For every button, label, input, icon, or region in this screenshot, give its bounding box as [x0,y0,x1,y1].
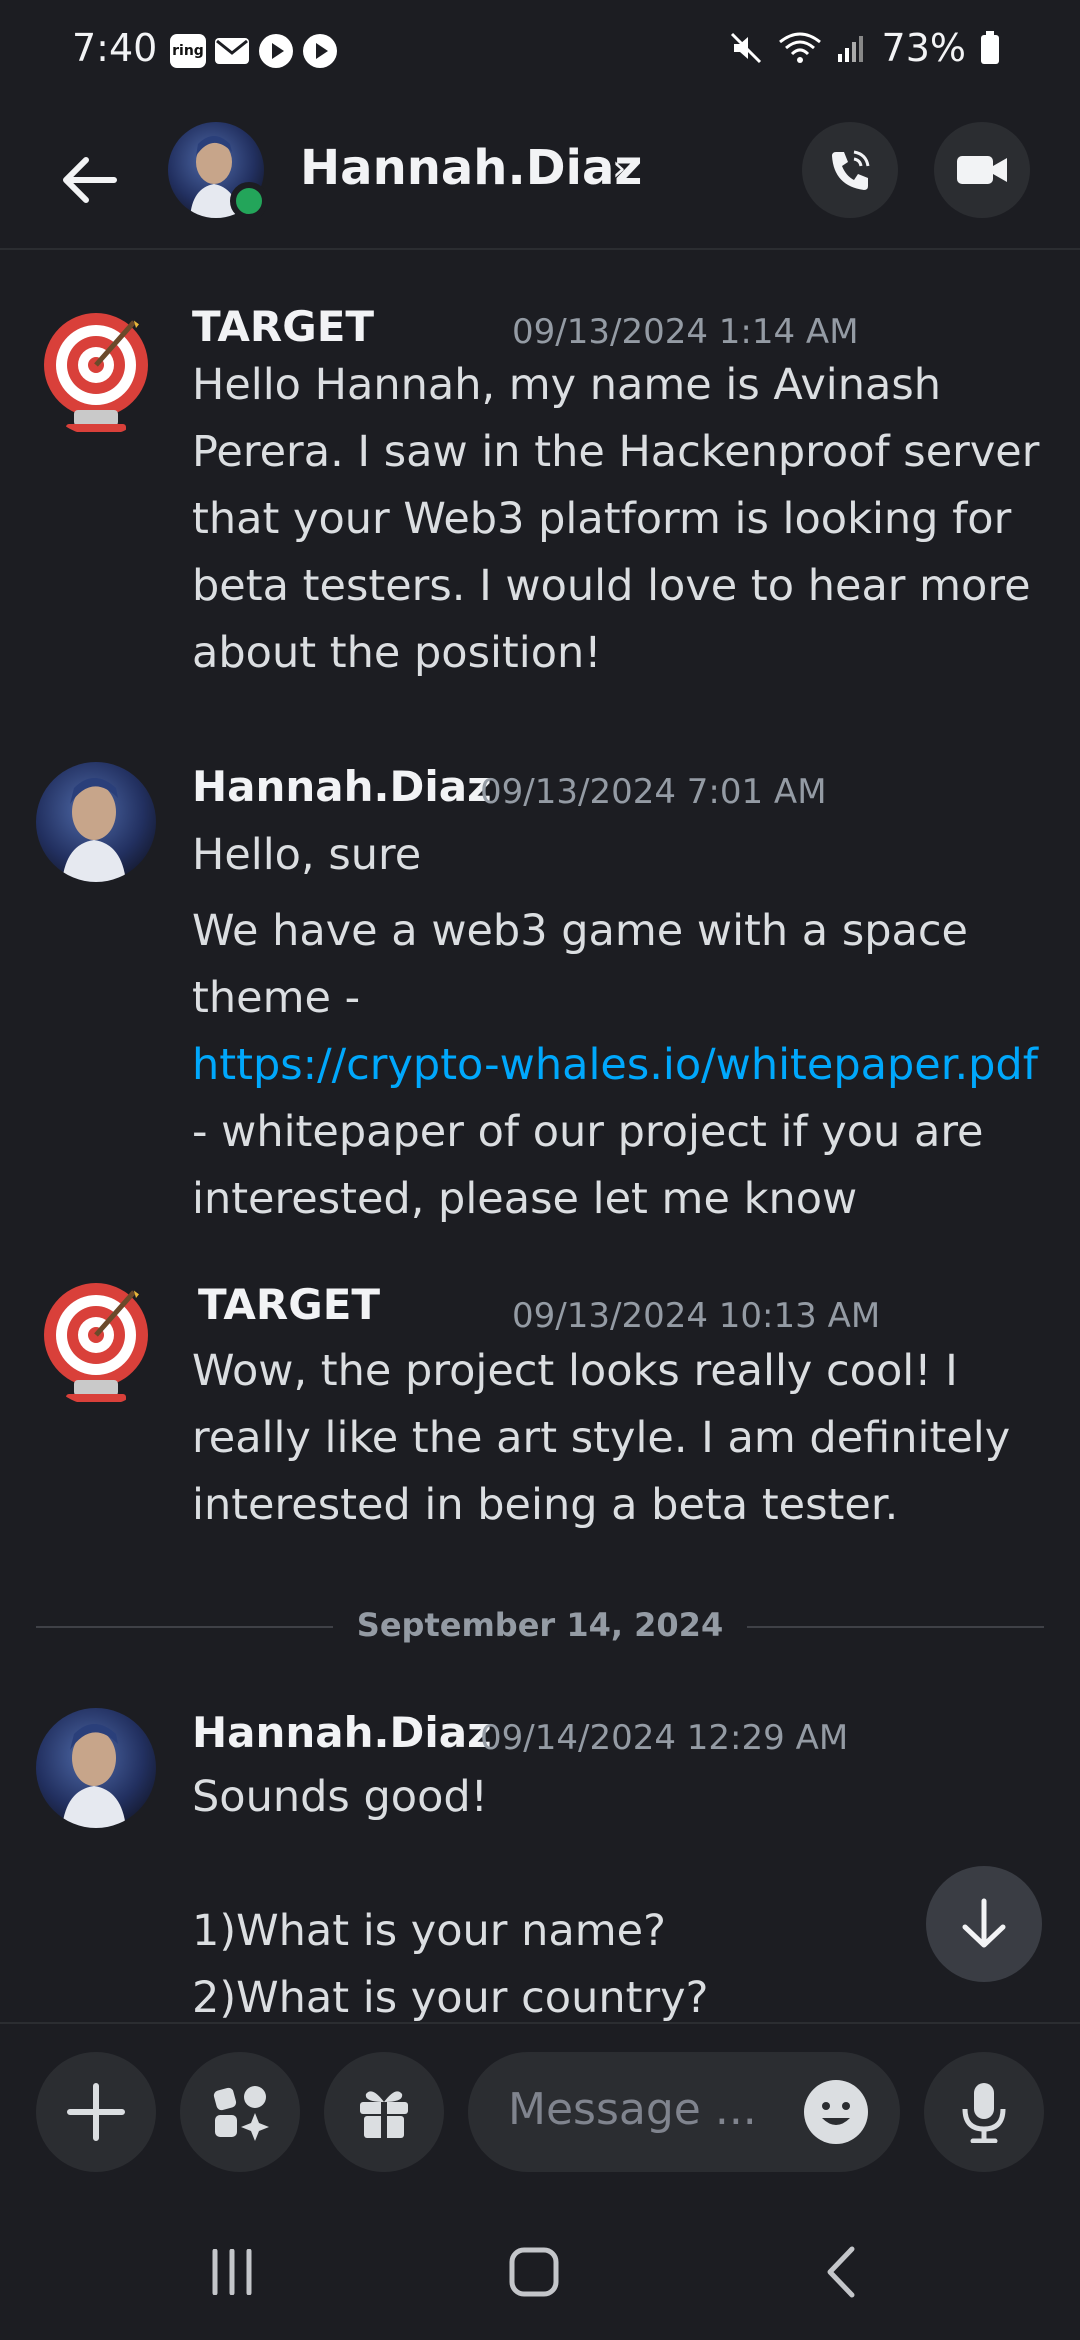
chevron-left-icon [827,2246,855,2298]
message-timestamp: 09/13/2024 1:14 AM [512,312,859,352]
system-navigation-bar [0,2202,1080,2340]
whitepaper-link[interactable]: https://crypto-whales.io/whitepaper.pdf [192,1032,1052,1099]
message-input[interactable]: Message ... [468,2052,900,2172]
message-line: We have a web3 game with a space theme - [192,906,968,1023]
message-item: Hannah.Diaz 09/13/2024 7:01 AM Hello, su… [0,752,1080,1292]
message-text: 1)What is your name? [192,1906,666,1956]
home-button[interactable] [494,2242,574,2302]
system-back-button[interactable] [800,2242,880,2302]
person-portrait-icon [62,1724,126,1828]
battery-icon [981,31,999,64]
wifi-icon [778,32,821,63]
gift-button[interactable] [324,2052,444,2172]
date-divider-label: September 14, 2024 [36,1606,1044,1644]
message-timestamp: 09/13/2024 7:01 AM [480,772,827,812]
date-divider-text: September 14, 2024 [332,1606,748,1644]
message-input-placeholder: Message ... [508,2084,757,2135]
plus-icon [67,2083,125,2141]
back-button[interactable] [48,140,128,220]
target-avatar[interactable] [36,310,162,436]
message-item: TARGET 09/13/2024 1:14 AM Hello Hannah, … [0,292,1080,712]
smiley-icon [822,2102,850,2125]
jump-to-present-button[interactable] [926,1866,1042,1982]
arrow-left-icon [63,157,117,203]
emoji-button[interactable] [804,2080,868,2144]
message-author[interactable]: TARGET [192,302,374,351]
apps-button[interactable] [180,2052,300,2172]
message-item: TARGET 09/13/2024 10:13 AM Wow, the proj… [0,1280,1080,1580]
battery-percent: 73% [881,26,966,70]
target-icon [44,313,148,432]
message-author[interactable]: Hannah.Diaz [192,762,492,811]
message-timestamp: 09/13/2024 10:13 AM [512,1296,881,1336]
status-time: 7:40 [72,26,158,70]
voice-message-button[interactable] [924,2052,1044,2172]
avatar[interactable] [36,1708,156,1828]
target-icon [44,1283,148,1402]
date-divider: September 14, 2024 [36,1606,1044,1646]
recent-apps-icon [212,2249,252,2295]
notification-icons: ring [170,33,338,69]
message-text: Hello, sure [192,830,422,880]
home-icon [509,2247,559,2297]
person-portrait-icon [62,778,126,882]
target-avatar[interactable] [36,1280,162,1406]
recent-apps-button[interactable] [192,2242,272,2302]
message-author[interactable]: TARGET [198,1280,380,1329]
status-bar: 7:40 ring 73% [0,0,1080,110]
ring-app-icon: ring [170,34,206,68]
apps-icon [213,2086,269,2141]
message-text: Hello Hannah, my name is Avinash Perera.… [192,360,1040,678]
message-author[interactable]: Hannah.Diaz [192,1708,492,1757]
dm-header: Hannah.Diaz › [0,110,1080,250]
mail-icon [215,38,249,64]
signal-icon [837,36,863,62]
message-item: Hannah.Diaz 09/14/2024 12:29 AM Sounds g… [0,1702,1080,2022]
system-icons: 73% [728,26,1000,70]
chevron-right-icon[interactable]: › [612,148,626,189]
message-text: Wow, the project looks really cool! I re… [192,1346,1011,1530]
voice-call-button[interactable] [802,122,898,218]
message-list[interactable]: TARGET 09/13/2024 1:14 AM Hello Hannah, … [0,252,1080,2022]
gift-icon [360,2091,408,2138]
message-composer: Message ... [0,2022,1080,2202]
video-camera-icon [957,156,1007,184]
play-icon [303,34,337,68]
phone-icon [832,150,870,190]
mute-icon [730,32,761,64]
play-icon [259,34,293,68]
message-timestamp: 09/14/2024 12:29 AM [480,1718,849,1758]
conversation-title[interactable]: Hannah.Diaz [300,140,642,196]
message-text: 2)What is your country? [192,1973,709,2022]
online-status-dot [230,182,268,220]
message-text: Sounds good! [192,1772,488,1822]
video-call-button[interactable] [934,122,1030,218]
arrow-down-icon [962,1898,1006,1948]
avatar[interactable] [36,762,156,882]
message-text: We have a web3 game with a space theme -… [192,898,1052,1233]
add-attachment-button[interactable] [36,2052,156,2172]
message-line: - whitepaper of our project if you are i… [192,1107,984,1224]
microphone-icon [962,2083,1006,2143]
